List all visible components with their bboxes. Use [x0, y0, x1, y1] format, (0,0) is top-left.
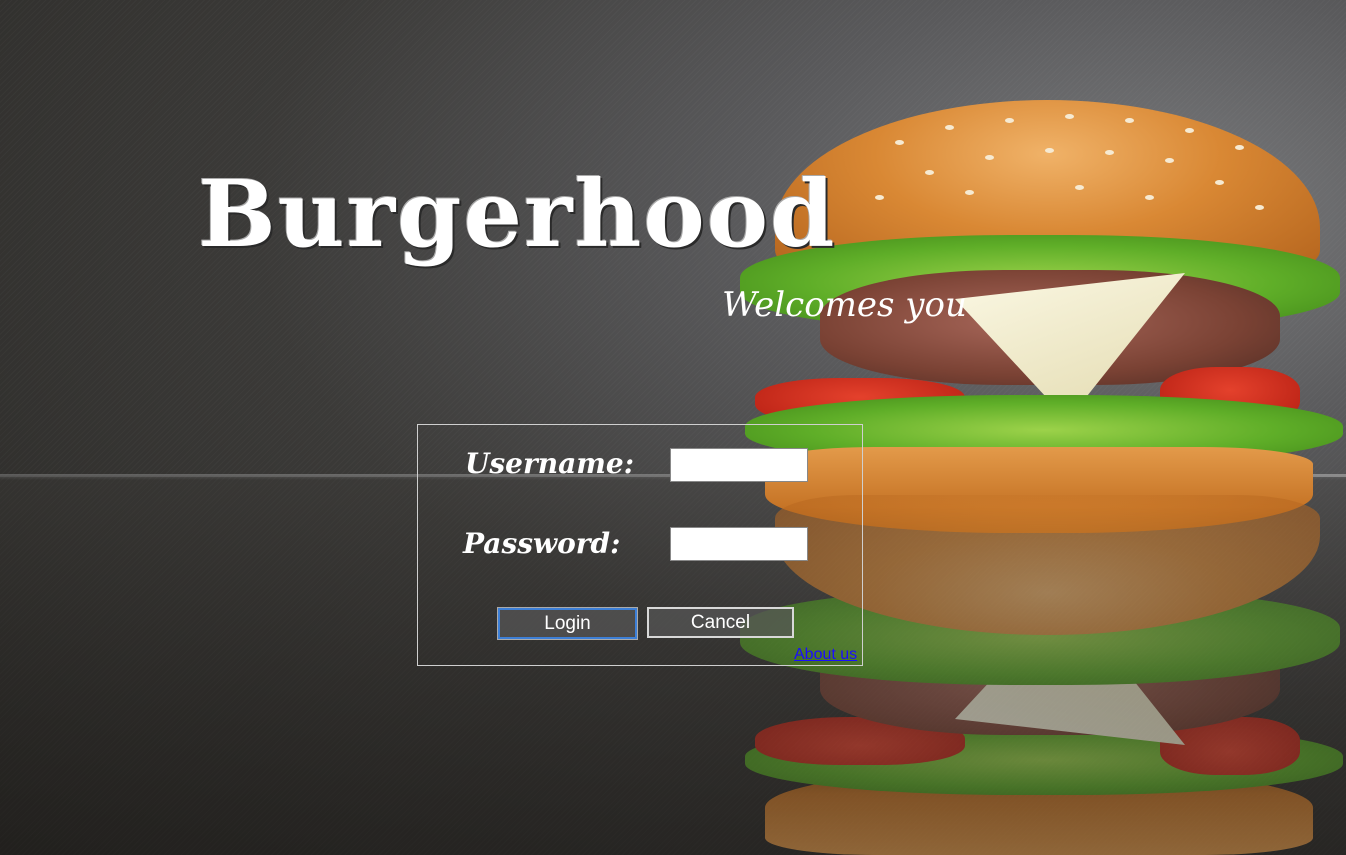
password-input[interactable] [670, 527, 808, 561]
username-input[interactable] [670, 448, 808, 482]
login-button[interactable]: Login [497, 607, 638, 640]
brand-tagline: Welcomes you [722, 285, 967, 325]
username-label: Username: [465, 447, 635, 480]
password-label: Password: [463, 527, 621, 560]
cancel-button[interactable]: Cancel [647, 607, 794, 638]
login-form: Username: Password: Login Cancel About u… [417, 424, 863, 666]
brand-title: Burgerhood [198, 160, 837, 268]
about-us-link[interactable]: About us [794, 646, 857, 664]
